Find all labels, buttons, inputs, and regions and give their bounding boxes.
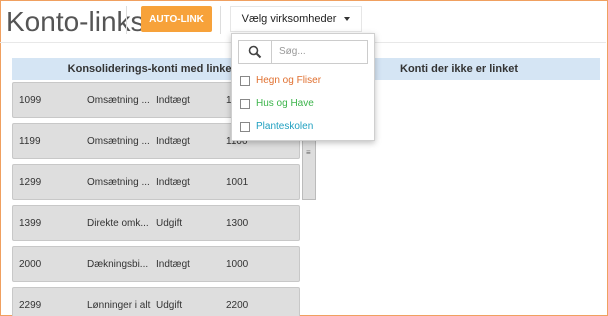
- divider: [220, 6, 221, 34]
- account-name: Dækningsbi...: [87, 259, 149, 270]
- account-row[interactable]: 1399 Direkte omk... Udgift 1300: [12, 205, 300, 241]
- company-option-hegn-og-fliser[interactable]: Hegn og Fliser: [240, 75, 321, 86]
- account-type: Indtægt: [156, 136, 190, 147]
- auto-link-button[interactable]: AUTO-LINK: [141, 6, 212, 32]
- checkbox[interactable]: [240, 121, 250, 132]
- account-code: 1300: [226, 218, 249, 229]
- account-number: 1399: [19, 218, 42, 229]
- company-option-label: Planteskolen: [256, 121, 314, 132]
- account-type: Indtægt: [156, 259, 190, 270]
- account-type: Indtægt: [156, 177, 190, 188]
- checkbox[interactable]: [240, 75, 250, 86]
- account-type: Udgift: [156, 218, 183, 229]
- search-icon[interactable]: [239, 41, 272, 63]
- account-number: 2299: [19, 300, 42, 311]
- search-box[interactable]: Søg...: [238, 40, 368, 64]
- company-select-button[interactable]: Vælg virksomheder: [230, 6, 362, 32]
- company-dropdown: Søg... Hegn og Fliser Hus og Have Plante…: [231, 33, 375, 141]
- company-option-label: Hegn og Fliser: [256, 75, 322, 86]
- account-code: 1001: [226, 177, 249, 188]
- account-name: Omsætning ...: [87, 136, 150, 147]
- account-name: Lønninger i alt: [87, 300, 151, 311]
- account-number: 1199: [19, 136, 41, 147]
- account-type: Udgift: [156, 300, 183, 311]
- company-select-label: Vælg virksomheder: [241, 13, 337, 25]
- account-number: 1299: [19, 177, 42, 188]
- account-name: Omsætning ...: [87, 95, 150, 106]
- account-code: 2200: [226, 300, 249, 311]
- account-row[interactable]: 2299 Lønninger i alt Udgift 2200: [12, 287, 300, 316]
- account-number: 1099: [19, 95, 42, 106]
- divider: [126, 6, 127, 34]
- caret-down-icon: [344, 17, 351, 21]
- account-name: Direkte omk...: [87, 218, 149, 229]
- account-number: 2000: [19, 259, 42, 270]
- search-input[interactable]: Søg...: [279, 41, 306, 63]
- account-type: Indtægt: [156, 95, 190, 106]
- page-title: Konto-links: [6, 6, 145, 37]
- grip-icon: ≡: [306, 148, 311, 157]
- account-row[interactable]: 2000 Dækningsbi... Indtægt 1000: [12, 246, 300, 282]
- account-code: 1000: [226, 259, 249, 270]
- account-name: Omsætning ...: [87, 177, 150, 188]
- checkbox[interactable]: [240, 98, 250, 109]
- scrollbar-thumb[interactable]: ≡: [302, 138, 316, 200]
- company-option-planteskolen[interactable]: Planteskolen: [240, 121, 313, 132]
- company-option-hus-og-have[interactable]: Hus og Have: [240, 98, 314, 109]
- company-option-label: Hus og Have: [256, 98, 314, 109]
- account-row[interactable]: 1299 Omsætning ... Indtægt 1001: [12, 164, 300, 200]
